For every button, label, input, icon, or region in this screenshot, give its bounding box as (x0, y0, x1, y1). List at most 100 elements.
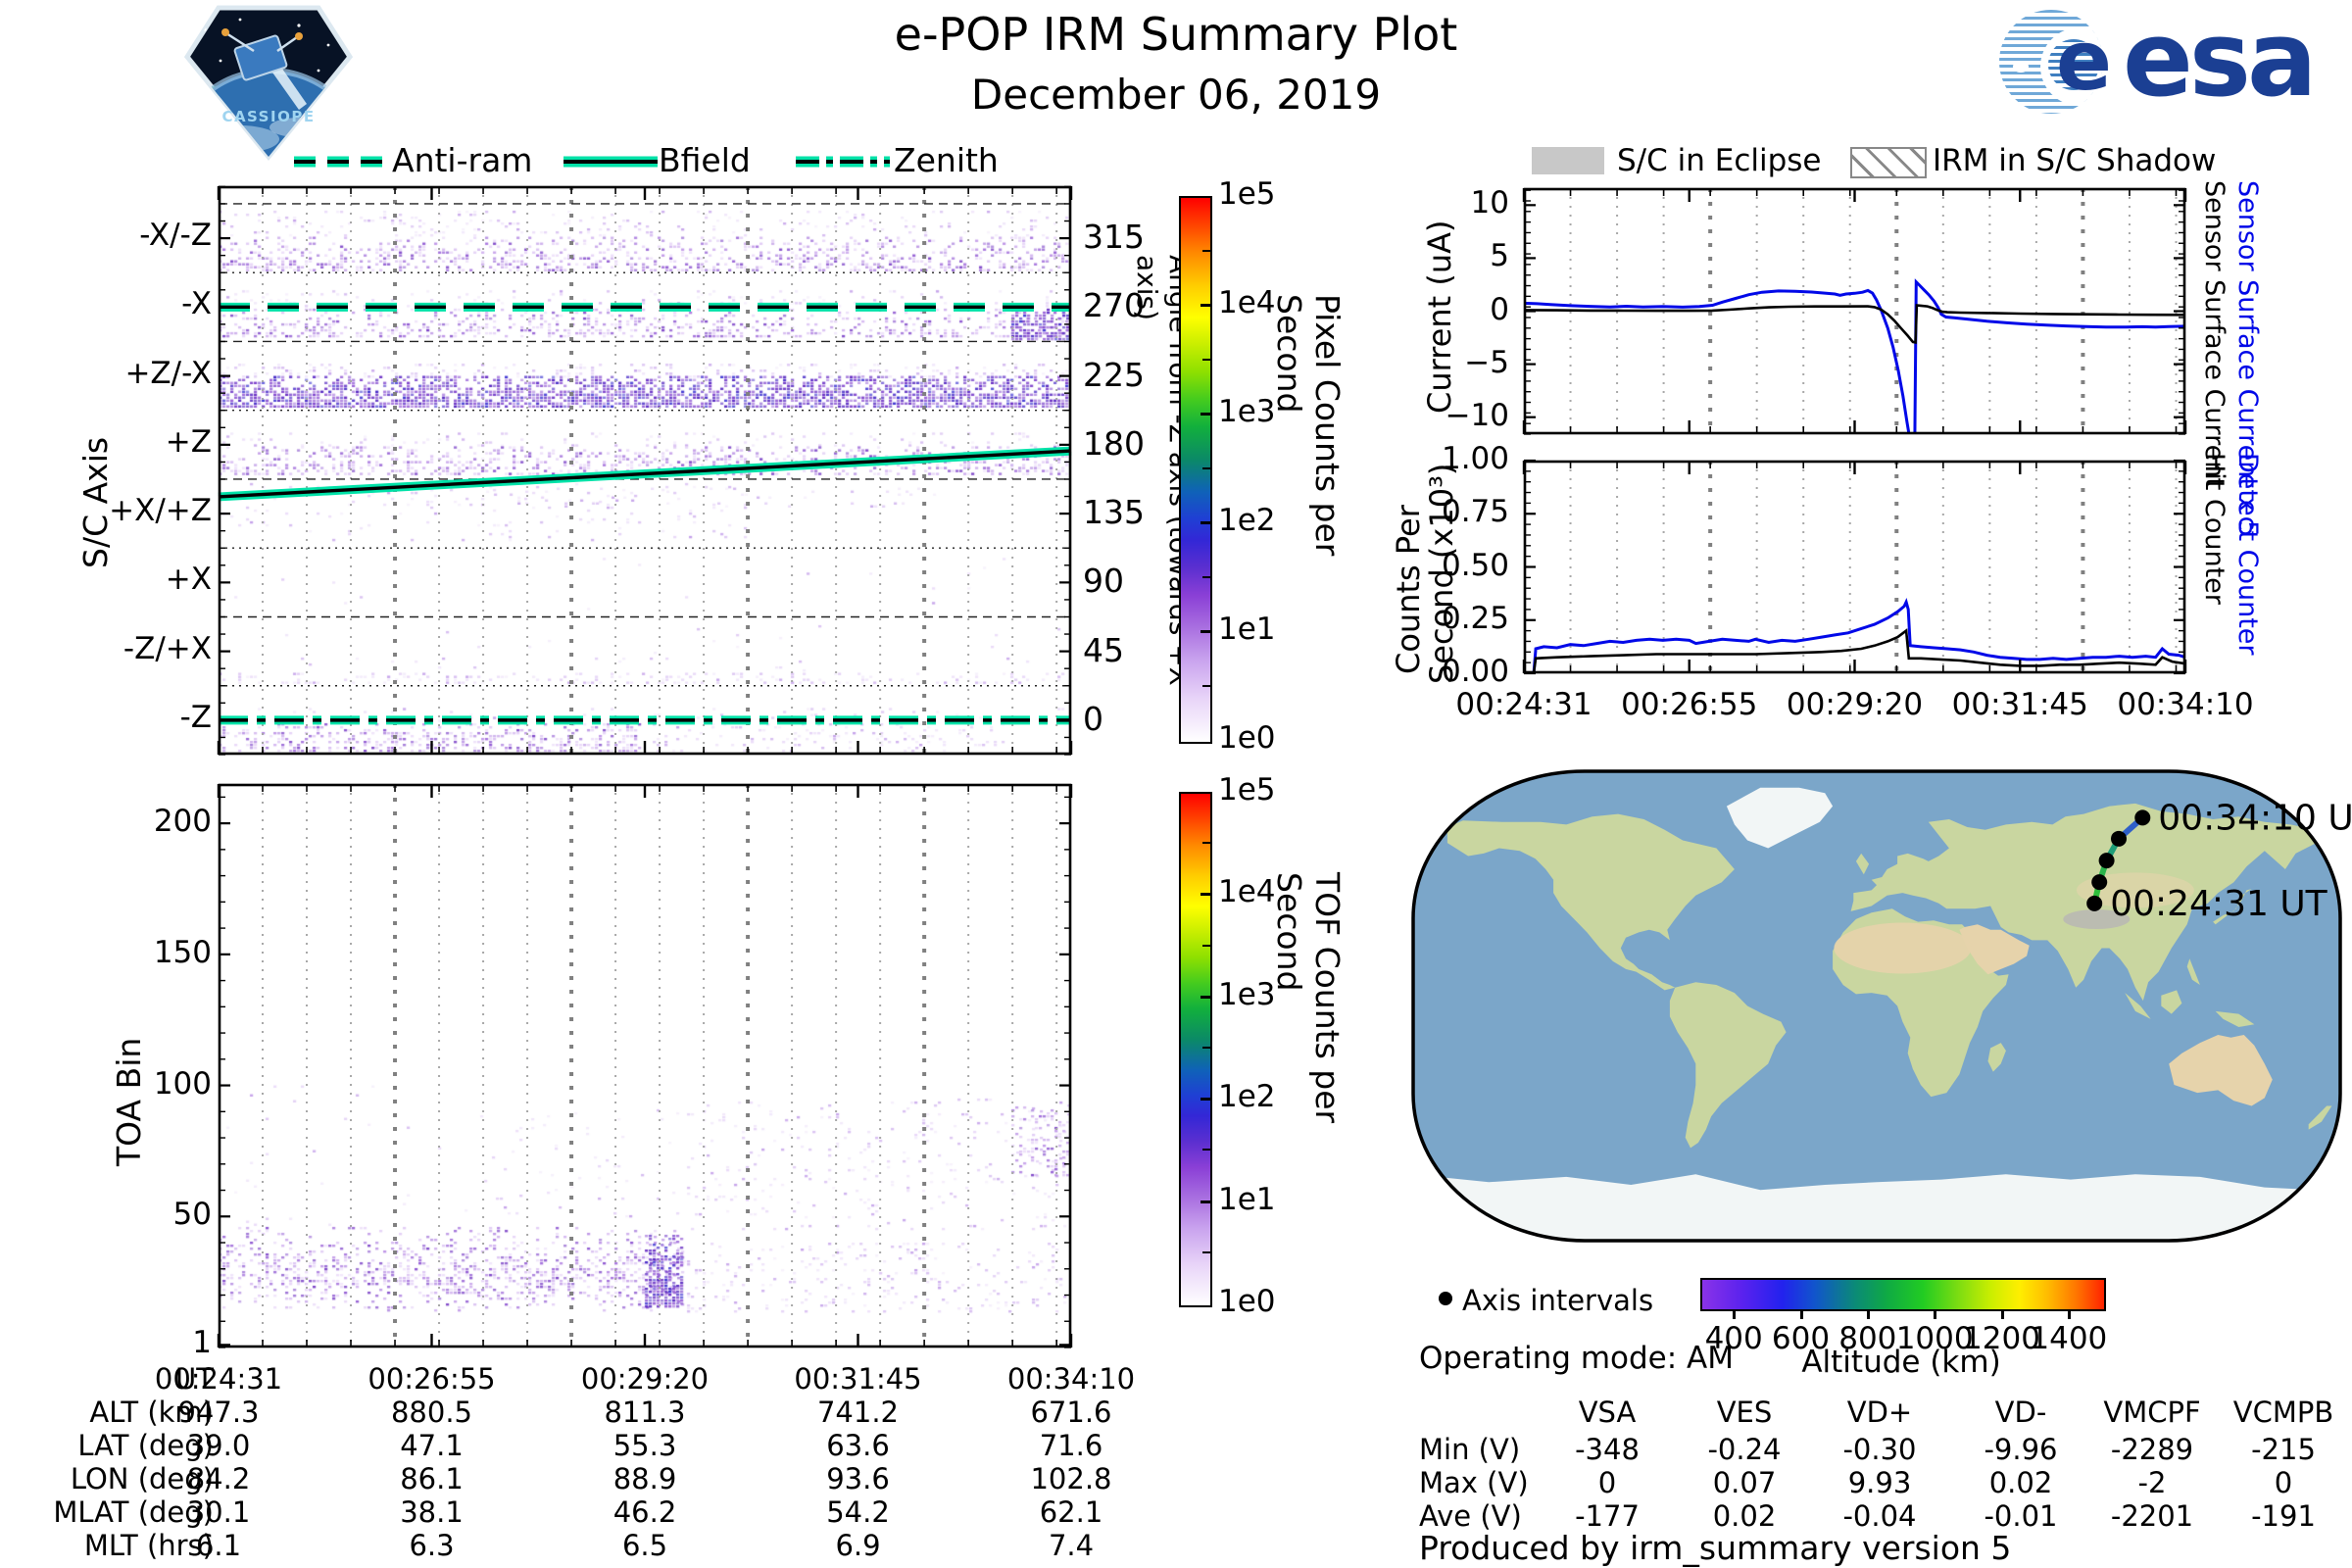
ephem-MLT (hrs)-4: 7.4 (1048, 1529, 1095, 1562)
ephem-ALT (km)-2: 811.3 (604, 1396, 686, 1429)
page-title: e-POP IRM Summary Plot (894, 8, 1458, 61)
track-start-label: 00:24:31 UT (2110, 884, 2328, 924)
pixel-colorbar-minortick (1202, 466, 1210, 469)
ephem-MLAT (deg)-0: 30.1 (186, 1495, 251, 1529)
ephem-UT-2: 00:29:20 (580, 1362, 710, 1396)
pixel-colorbar-minortick (1202, 358, 1210, 361)
sahara (1834, 922, 1972, 974)
tof-colorbar-minortick (1202, 1047, 1210, 1049)
track-point-0 (2086, 895, 2103, 911)
ephem-UT-3: 00:31:45 (794, 1362, 922, 1396)
track-point-3 (2111, 830, 2127, 847)
legend-label-Anti-ram: Anti-ram (392, 141, 533, 179)
volt-col-VD+: VD+ (1846, 1396, 1913, 1429)
volt-Max (V)-VSA: 0 (1597, 1466, 1617, 1499)
band-label--Z/+X: -Z/+X (122, 630, 212, 666)
alt-tickmark-800 (1866, 1309, 1870, 1319)
volt-Max (V)-VCMPB: 0 (2274, 1466, 2293, 1499)
ephem-LON (deg)-4: 102.8 (1030, 1462, 1112, 1495)
volt-Min (V)-VSA: -348 (1575, 1433, 1640, 1466)
bfield-line-core (218, 449, 1072, 499)
ephem-LAT (deg)-4: 71.6 (1039, 1429, 1103, 1462)
tof-colorbar-minortick (1202, 842, 1210, 845)
ephem-MLT (hrs)-0: 6.1 (195, 1529, 242, 1562)
pixel-colorbar-minortick (1202, 575, 1210, 578)
current-panel-ytick-10: 10 (1470, 185, 1509, 221)
ephem-ALT (km)-4: 671.6 (1030, 1396, 1112, 1429)
legend-sample-Zenith (796, 156, 890, 168)
legend-label-Bfield: Bfield (659, 141, 751, 179)
ephem-LON (deg)-2: 88.9 (612, 1462, 677, 1495)
tof-colorbar-tick-1e2: 1e2 (1218, 1079, 1276, 1115)
ephem-LAT (deg)-0: 39.0 (186, 1429, 251, 1462)
legend-label-Zenith: Zenith (894, 141, 999, 179)
band-label-+X/+Z: +X/+Z (109, 493, 212, 529)
pixel-colorbar-tickmark (1200, 304, 1210, 307)
pixel-colorbar-minortick (1202, 249, 1210, 252)
tof-colorbar-minortick (1202, 1250, 1210, 1253)
counts-panel-ytick-1.00: 1.00 (1441, 441, 1509, 476)
volt-Ave (V)-VSA: -177 (1575, 1499, 1640, 1533)
right-xtick-00:29:20: 00:29:20 (1786, 687, 1924, 722)
pixel-colorbar-tick-1e1: 1e1 (1218, 612, 1276, 647)
track-end-label: 00:34:10 UT (2158, 798, 2352, 838)
volt-Max (V)-VD+: 9.93 (1847, 1466, 1912, 1499)
counts-panel-ytick-0.75: 0.75 (1441, 494, 1509, 530)
ephem-UT-0: 00:24:31 (154, 1362, 283, 1396)
toa-tick-50: 50 (172, 1197, 212, 1233)
pixel-colorbar (1179, 196, 1212, 744)
counts-panel-ytick-0.50: 0.50 (1441, 547, 1509, 583)
pixel-colorbar-tick-1e3: 1e3 (1218, 394, 1276, 429)
current-panel-grid (1522, 187, 2187, 435)
altitude-colorbar (1700, 1278, 2106, 1311)
volt-Ave (V)-VD+: -0.04 (1842, 1499, 1917, 1533)
alt-tickmark-600 (1799, 1309, 1803, 1319)
volt-Min (V)-VMCPF: -2289 (2110, 1433, 2194, 1466)
pixel-colorbar-tick-1e2: 1e2 (1218, 503, 1276, 538)
map-art (1413, 771, 2340, 1241)
angle-tick-135: 135 (1083, 493, 1145, 532)
ephem-MLAT (deg)-1: 38.1 (400, 1495, 464, 1529)
right-xtick-00:26:55: 00:26:55 (1621, 687, 1758, 722)
toa-tick-1: 1 (192, 1325, 212, 1361)
counts-panel-ytick-0.25: 0.25 (1441, 600, 1509, 636)
alt-tickmark-1400 (2067, 1309, 2071, 1319)
pixel-colorbar-tickmark (1200, 521, 1210, 524)
angle-tick-90: 90 (1083, 562, 1124, 601)
band-label--X: -X (181, 286, 212, 322)
angle-spectrogram-grid (217, 185, 1073, 756)
tof-colorbar-tick-1e0: 1e0 (1218, 1284, 1276, 1319)
toa-spectrogram-grid (217, 783, 1073, 1348)
ephem-ALT (km)-0: 947.3 (177, 1396, 260, 1429)
alt-tickmark-1000 (1934, 1309, 1937, 1319)
alt-tickmark-400 (1733, 1309, 1737, 1319)
pixel-colorbar-tick-1e5: 1e5 (1218, 176, 1276, 212)
pixel-colorbar-tickmark (1200, 413, 1210, 416)
volt-col-VCMPB: VCMPB (2232, 1396, 2334, 1429)
track-point-1 (2091, 874, 2108, 891)
angle-tick-0: 0 (1083, 699, 1103, 738)
ephem-MLAT (deg)-2: 46.2 (612, 1495, 677, 1529)
page-date: December 06, 2019 (970, 71, 1382, 119)
tof-colorbar-tickmark (1200, 1098, 1210, 1102)
volt-Min (V)-VD+: -0.30 (1842, 1433, 1917, 1466)
pixel-colorbar-label: Pixel Counts per Second (1270, 294, 1347, 557)
volt-Ave (V)-VMCPF: -2201 (2110, 1499, 2194, 1533)
esa-globe-e: e (2056, 13, 2112, 109)
ephem-ALT (km)-3: 741.2 (816, 1396, 900, 1429)
ephem-LON (deg)-1: 86.1 (400, 1462, 464, 1495)
world-map: 00:24:31 UT 00:34:10 UT (1411, 769, 2352, 1243)
toa-tick-200: 200 (153, 804, 212, 840)
cassiope-patch-label: CASSIOPE (221, 108, 315, 125)
tof-colorbar-tick-1e3: 1e3 (1218, 976, 1276, 1012)
ephem-UT-4: 00:34:10 (1006, 1362, 1136, 1396)
volt-col-VES: VES (1716, 1396, 1773, 1429)
ephem-MLAT (deg)-3: 54.2 (826, 1495, 890, 1529)
produced-by: Produced by irm_summary version 5 (1419, 1529, 2012, 1567)
axis-intervals-dot-icon (1439, 1292, 1452, 1305)
ephem-LON (deg)-0: 84.2 (186, 1462, 251, 1495)
volt-Min (V)-VES: -0.24 (1707, 1433, 1782, 1466)
volt-Min (V)-VCMPB: -215 (2251, 1433, 2316, 1466)
right-xtick-00:31:45: 00:31:45 (1951, 687, 2088, 722)
ephem-LON (deg)-3: 93.6 (826, 1462, 890, 1495)
